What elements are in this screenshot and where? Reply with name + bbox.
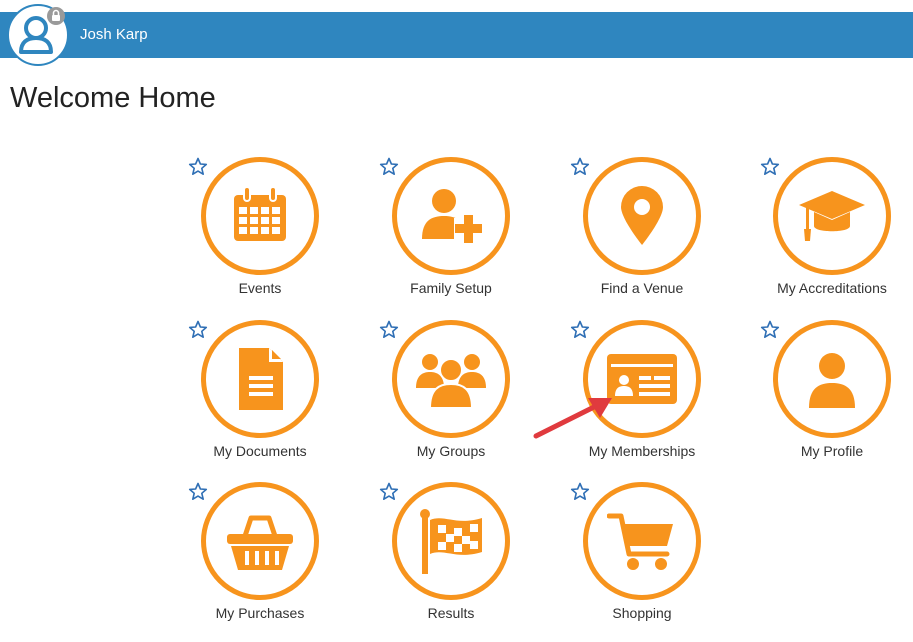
group-icon bbox=[416, 354, 486, 409]
tile-icon-circle bbox=[201, 320, 319, 438]
tile-label[interactable]: My Documents bbox=[150, 443, 370, 459]
star-outline-icon[interactable] bbox=[570, 320, 590, 340]
tile-label[interactable]: Find a Venue bbox=[532, 280, 752, 296]
tile-my-accreditations[interactable]: My Accreditations bbox=[742, 157, 912, 317]
tile-label[interactable]: My Profile bbox=[722, 443, 913, 459]
profile-icon bbox=[809, 353, 855, 408]
page-title: Welcome Home bbox=[10, 82, 216, 114]
tile-icon-circle bbox=[201, 157, 319, 275]
tile-label[interactable]: Family Setup bbox=[341, 280, 561, 296]
tile-my-documents[interactable]: My Documents bbox=[170, 320, 340, 480]
user-avatar-icon bbox=[11, 7, 65, 62]
red-arrow-icon bbox=[533, 398, 612, 439]
map-pin-icon bbox=[621, 186, 663, 245]
star-outline-icon[interactable] bbox=[760, 157, 780, 177]
tile-my-groups[interactable]: My Groups bbox=[361, 320, 531, 480]
tile-label[interactable]: My Groups bbox=[341, 443, 561, 459]
star-outline-icon[interactable] bbox=[188, 482, 208, 502]
user-name[interactable]: Josh Karp bbox=[80, 26, 148, 43]
tile-icon-circle bbox=[583, 482, 701, 600]
star-outline-icon[interactable] bbox=[570, 157, 590, 177]
tile-label[interactable]: Events bbox=[150, 280, 370, 296]
lock-icon bbox=[47, 7, 65, 25]
checkered-flag-icon bbox=[420, 509, 482, 574]
tile-family-setup[interactable]: Family Setup bbox=[361, 157, 531, 317]
tile-icon-circle bbox=[773, 320, 891, 438]
tile-find-a-venue[interactable]: Find a Venue bbox=[552, 157, 722, 317]
star-outline-icon[interactable] bbox=[760, 320, 780, 340]
basket-icon bbox=[227, 515, 293, 570]
tile-label[interactable]: Results bbox=[341, 605, 561, 621]
tile-my-profile[interactable]: My Profile bbox=[742, 320, 912, 480]
add-user-icon bbox=[422, 189, 482, 243]
calendar-icon bbox=[234, 186, 286, 241]
tile-icon-circle bbox=[392, 482, 510, 600]
tile-shopping[interactable]: Shopping bbox=[552, 482, 722, 642]
shopping-cart-icon bbox=[607, 513, 673, 570]
star-outline-icon[interactable] bbox=[379, 320, 399, 340]
star-outline-icon[interactable] bbox=[379, 482, 399, 502]
graduation-cap-icon bbox=[799, 191, 865, 241]
star-outline-icon[interactable] bbox=[188, 157, 208, 177]
tile-icon-circle bbox=[392, 157, 510, 275]
tile-my-purchases[interactable]: My Purchases bbox=[170, 482, 340, 642]
tile-icon-circle bbox=[392, 320, 510, 438]
star-outline-icon[interactable] bbox=[379, 157, 399, 177]
tile-events[interactable]: Events bbox=[170, 157, 340, 317]
tile-label[interactable]: Shopping bbox=[532, 605, 752, 621]
tile-icon-circle bbox=[773, 157, 891, 275]
tile-icon-circle bbox=[201, 482, 319, 600]
tile-label[interactable]: My Memberships bbox=[532, 443, 752, 459]
tile-icon-circle bbox=[583, 157, 701, 275]
star-outline-icon[interactable] bbox=[188, 320, 208, 340]
user-avatar[interactable] bbox=[7, 4, 69, 66]
tile-label[interactable]: My Accreditations bbox=[722, 280, 913, 296]
top-bar: Josh Karp bbox=[0, 12, 913, 58]
tile-results[interactable]: Results bbox=[361, 482, 531, 642]
tile-label[interactable]: My Purchases bbox=[150, 605, 370, 621]
document-icon bbox=[239, 348, 283, 410]
star-outline-icon[interactable] bbox=[570, 482, 590, 502]
